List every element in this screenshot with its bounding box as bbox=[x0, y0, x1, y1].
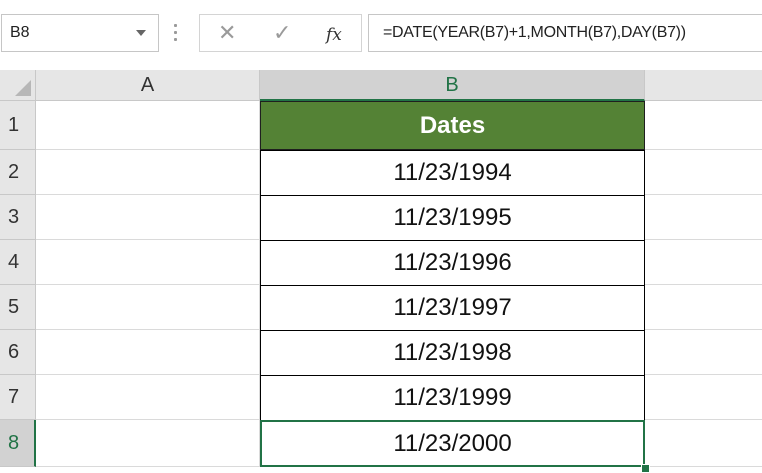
check-icon[interactable]: ✓ bbox=[273, 20, 291, 46]
cell-a7[interactable] bbox=[36, 375, 260, 420]
row-header-8[interactable]: 8 bbox=[0, 420, 36, 467]
row-header-3[interactable]: 3 bbox=[0, 195, 36, 240]
insert-function-icon[interactable]: fx bbox=[326, 22, 342, 48]
cell-c8[interactable] bbox=[645, 420, 762, 467]
cell-a3[interactable] bbox=[36, 195, 260, 240]
cell-b4[interactable]: 11/23/1996 bbox=[260, 240, 645, 286]
formula-bar: B8 ✕ ✓ fx =DATE(YEAR(B7)+1,MONTH(B7),DAY… bbox=[0, 0, 762, 62]
column-header-a[interactable]: A bbox=[36, 70, 260, 101]
cancel-icon[interactable]: ✕ bbox=[218, 20, 236, 46]
cell-c4[interactable] bbox=[645, 240, 762, 285]
column-header-b[interactable]: B bbox=[260, 70, 645, 101]
cell-b2[interactable]: 11/23/1994 bbox=[260, 150, 645, 196]
worksheet-grid: A B 1 Dates 2 11/23/1994 3 11/23/1995 4 … bbox=[0, 62, 762, 473]
cell-c7[interactable] bbox=[645, 375, 762, 420]
cell-c5[interactable] bbox=[645, 285, 762, 330]
cell-c2[interactable] bbox=[645, 150, 762, 195]
cell-b6[interactable]: 11/23/1998 bbox=[260, 330, 645, 376]
row-header-6[interactable]: 6 bbox=[0, 330, 36, 375]
cell-b1[interactable]: Dates bbox=[260, 101, 645, 150]
cell-a8[interactable] bbox=[36, 420, 260, 467]
row-header-4[interactable]: 4 bbox=[0, 240, 36, 285]
cell-a5[interactable] bbox=[36, 285, 260, 330]
cell-a6[interactable] bbox=[36, 330, 260, 375]
drag-handle-icon[interactable] bbox=[174, 20, 177, 44]
cell-b7[interactable]: 11/23/1999 bbox=[260, 375, 645, 421]
fill-handle[interactable] bbox=[641, 464, 650, 473]
cell-a1[interactable] bbox=[36, 101, 260, 150]
column-header-c[interactable] bbox=[645, 70, 762, 101]
cell-b3[interactable]: 11/23/1995 bbox=[260, 195, 645, 241]
select-all-button[interactable] bbox=[0, 70, 36, 101]
cell-c3[interactable] bbox=[645, 195, 762, 240]
name-box[interactable]: B8 bbox=[1, 14, 159, 52]
cell-b8-active[interactable]: 11/23/2000 bbox=[260, 420, 645, 467]
formula-input[interactable]: =DATE(YEAR(B7)+1,MONTH(B7),DAY(B7)) bbox=[368, 14, 762, 52]
cell-b5[interactable]: 11/23/1997 bbox=[260, 285, 645, 331]
cell-c1[interactable] bbox=[645, 101, 762, 150]
row-header-1[interactable]: 1 bbox=[0, 101, 36, 150]
formula-buttons: ✕ ✓ fx bbox=[199, 14, 362, 52]
chevron-down-icon[interactable] bbox=[136, 30, 146, 36]
row-header-2[interactable]: 2 bbox=[0, 150, 36, 195]
cell-a2[interactable] bbox=[36, 150, 260, 195]
name-box-value: B8 bbox=[10, 24, 30, 41]
cell-c6[interactable] bbox=[645, 330, 762, 375]
cell-a4[interactable] bbox=[36, 240, 260, 285]
row-header-5[interactable]: 5 bbox=[0, 285, 36, 330]
select-all-icon bbox=[15, 80, 31, 96]
row-header-7[interactable]: 7 bbox=[0, 375, 36, 420]
formula-text: =DATE(YEAR(B7)+1,MONTH(B7),DAY(B7)) bbox=[383, 24, 686, 41]
